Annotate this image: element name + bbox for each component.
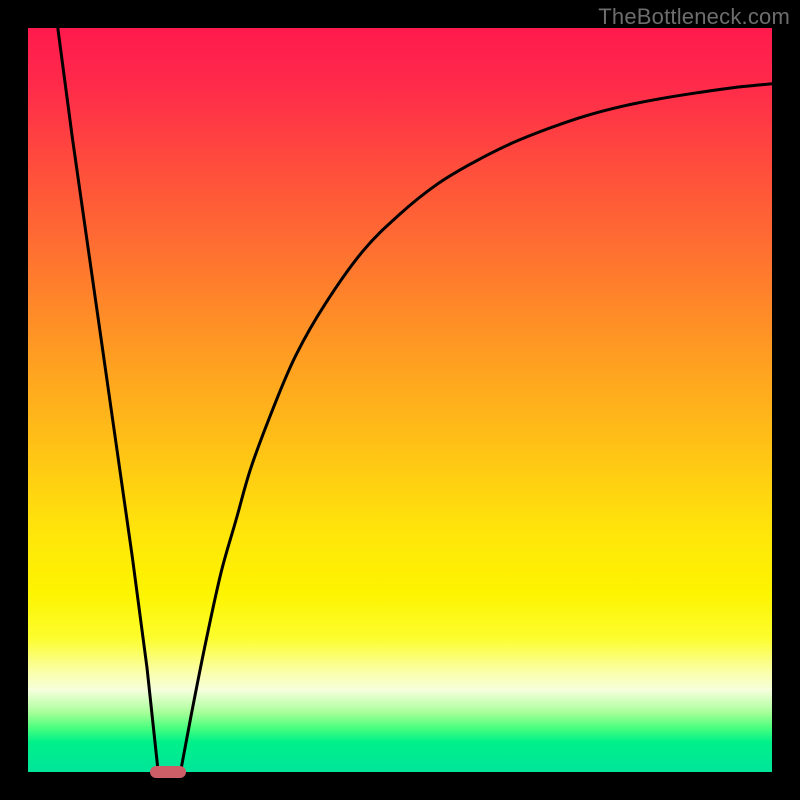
chart-frame: TheBottleneck.com <box>0 0 800 800</box>
curve-path <box>58 28 772 772</box>
watermark: TheBottleneck.com <box>598 4 790 30</box>
plot-area <box>28 28 772 772</box>
optimum-marker <box>150 766 186 778</box>
bottleneck-curve <box>28 28 772 772</box>
